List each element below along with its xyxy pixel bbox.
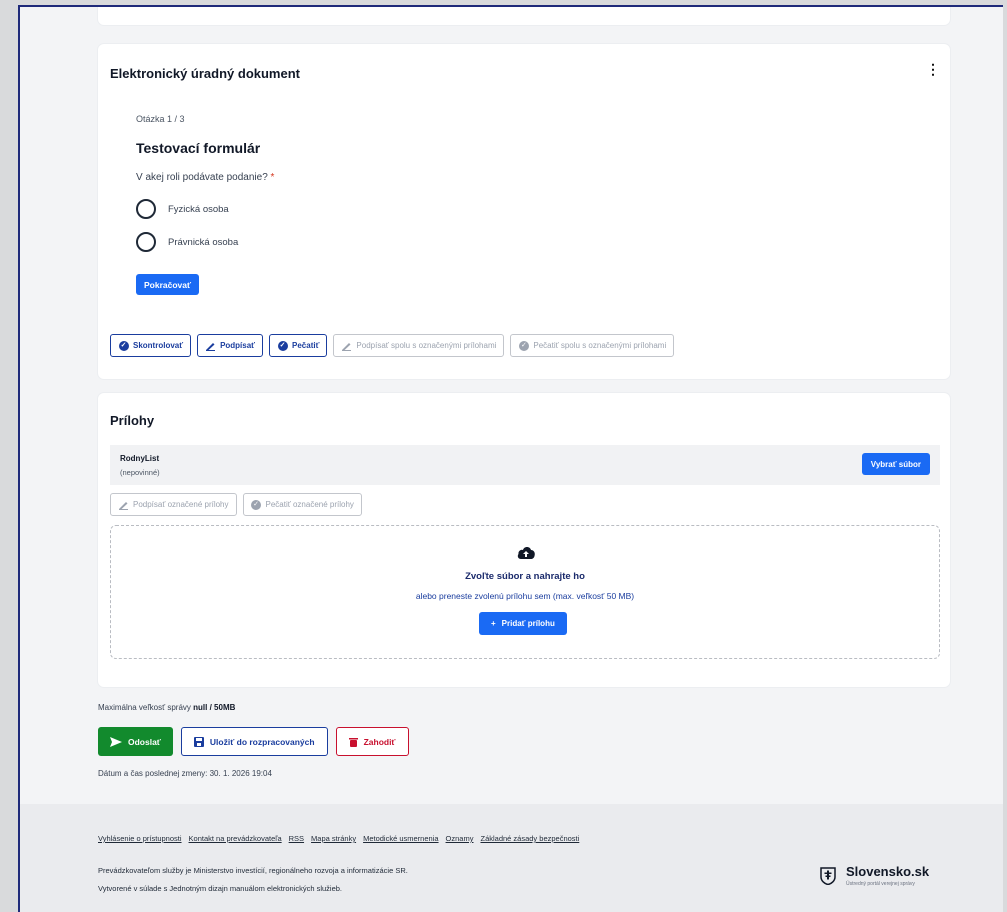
sign-button-label: Podpísať [220,341,256,350]
send-icon [110,736,122,747]
footer-link-rss[interactable]: RSS [289,834,304,843]
seal-button[interactable]: ✓ Pečatiť [269,334,328,357]
sign-button[interactable]: Podpísať [197,334,264,357]
check-shield-icon: ✓ [118,340,129,351]
signature-toolbar: ✓ Skontrolovať Podpísať ✓ Pečatiť Podpís… [110,334,675,357]
cloud-upload-icon [517,547,535,559]
footer-link-security[interactable]: Základné zásady bezpečnosti [480,834,579,843]
last-change-timestamp: Dátum a čas poslednej zmeny: 30. 1. 2026… [98,769,272,778]
sign-selected-attachments-button[interactable]: Podpísať označené prílohy [110,493,237,516]
message-actions: Odoslať Uložiť do rozpracovaných Zahodiť [98,727,409,756]
seal-selected-attachments-label: Pečatiť označené prílohy [265,500,354,509]
radio-circle[interactable] [136,199,156,219]
check-button[interactable]: ✓ Skontrolovať [110,334,192,357]
check-button-label: Skontrolovať [133,341,184,350]
choose-file-button[interactable]: Vybrať súbor [861,453,930,475]
footer-operator: Prevádzkovateľom služby je Ministerstvo … [98,866,408,875]
footer: Vyhlásenie o prístupnosti Kontakt na pre… [20,804,1003,912]
save-draft-button[interactable]: Uložiť do rozpracovaných [180,727,328,756]
add-attachment-button[interactable]: + Pridať prílohu [479,612,567,635]
seal-with-attachments-label: Pečatiť spolu s označenými prílohami [533,341,667,350]
footer-link-contact[interactable]: Kontakt na prevádzkovateľa [189,834,282,843]
radio-circle[interactable] [136,232,156,252]
brand-text: Slovensko.sk Ústredný portál verejnej sp… [846,864,929,887]
document-title: Elektronický úradný dokument [110,66,300,81]
previous-card [98,7,950,25]
seal-icon: ✓ [518,340,529,351]
radio-label: Právnická osoba [168,236,239,248]
attachments-title: Prílohy [110,413,155,428]
footer-link-guidelines[interactable]: Metodické usmernenia [363,834,438,843]
sign-with-attachments-label: Podpísať spolu s označenými prílohami [356,341,497,350]
max-size-value: null / 50MB [193,703,236,712]
form-title: Testovací formulár [136,140,261,156]
brand-subtitle: Ústredný portál verejnej správy [846,881,915,887]
seal-with-attachments-button[interactable]: ✓ Pečatiť spolu s označenými prílohami [510,334,675,357]
add-attachment-label: Pridať prílohu [501,619,555,628]
question-label: V akej roli podávate podanie? * [136,172,274,183]
kebab-menu-icon[interactable]: ⋮ [926,62,940,76]
seal-button-label: Pečatiť [292,341,320,350]
file-dropzone[interactable]: Zvoľte súbor a nahrajte ho alebo prenest… [110,525,940,659]
floppy-disk-icon [193,736,204,747]
dropzone-subtitle: alebo preneste zvolenú prílohu sem (max.… [415,591,635,601]
continue-button[interactable]: Pokračovať [136,274,200,295]
document-card: Elektronický úradný dokument ⋮ Otázka 1 … [98,44,950,379]
pen-icon [341,340,352,351]
radio-label: Fyzická osoba [168,203,229,215]
pen-icon [118,499,129,510]
question-text: V akej roli podávate podanie? [136,172,268,183]
pen-icon [205,340,216,351]
send-label: Odoslať [128,736,161,747]
footer-link-sitemap[interactable]: Mapa stránky [311,834,356,843]
step-indicator: Otázka 1 / 3 [136,114,185,124]
brand-logo[interactable]: Slovensko.sk Ústredný portál verejnej sp… [820,864,929,887]
send-button[interactable]: Odoslať [98,727,173,756]
attachments-card: Prílohy RodnyList (nepovinné) Vybrať súb… [98,393,950,687]
attachment-optional: (nepovinné) [120,468,160,477]
footer-design-note: Vytvorené v súlade s Jednotným dizajn ma… [98,884,343,893]
trash-icon [348,737,358,747]
max-message-size: Maximálna veľkosť správy null / 50MB [98,703,235,712]
attachment-name: RodnyList [120,454,160,463]
brand-name: Slovensko.sk [846,864,930,879]
dropzone-title: Zvoľte súbor a nahrajte ho [465,571,585,582]
radio-option-fyzicka-osoba[interactable]: Fyzická osoba [136,199,229,219]
max-size-label: Maximálna veľkosť správy [98,703,191,712]
discard-label: Zahodiť [363,736,396,747]
seal-icon: ✓ [251,499,262,510]
footer-links: Vyhlásenie o prístupnosti Kontakt na pre… [98,834,579,843]
save-draft-label: Uložiť do rozpracovaných [209,736,315,747]
seal-selected-attachments-button[interactable]: ✓ Pečatiť označené prílohy [242,493,362,516]
slovak-coat-of-arms-icon [820,866,836,885]
attachment-actions: Podpísať označené prílohy ✓ Pečatiť ozna… [110,493,362,516]
seal-icon: ✓ [277,340,288,351]
discard-button[interactable]: Zahodiť [335,727,409,756]
plus-icon: + [491,619,496,628]
footer-link-notices[interactable]: Oznamy [446,834,474,843]
attachment-item: RodnyList (nepovinné) Vybrať súbor [110,445,940,485]
sign-with-attachments-button[interactable]: Podpísať spolu s označenými prílohami [333,334,505,357]
required-mark: * [270,172,275,183]
app-window: Elektronický úradný dokument ⋮ Otázka 1 … [18,5,1003,912]
radio-option-pravnicka-osoba[interactable]: Právnická osoba [136,232,238,252]
sign-selected-attachments-label: Podpísať označené prílohy [133,500,229,509]
footer-link-accessibility[interactable]: Vyhlásenie o prístupnosti [98,834,182,843]
